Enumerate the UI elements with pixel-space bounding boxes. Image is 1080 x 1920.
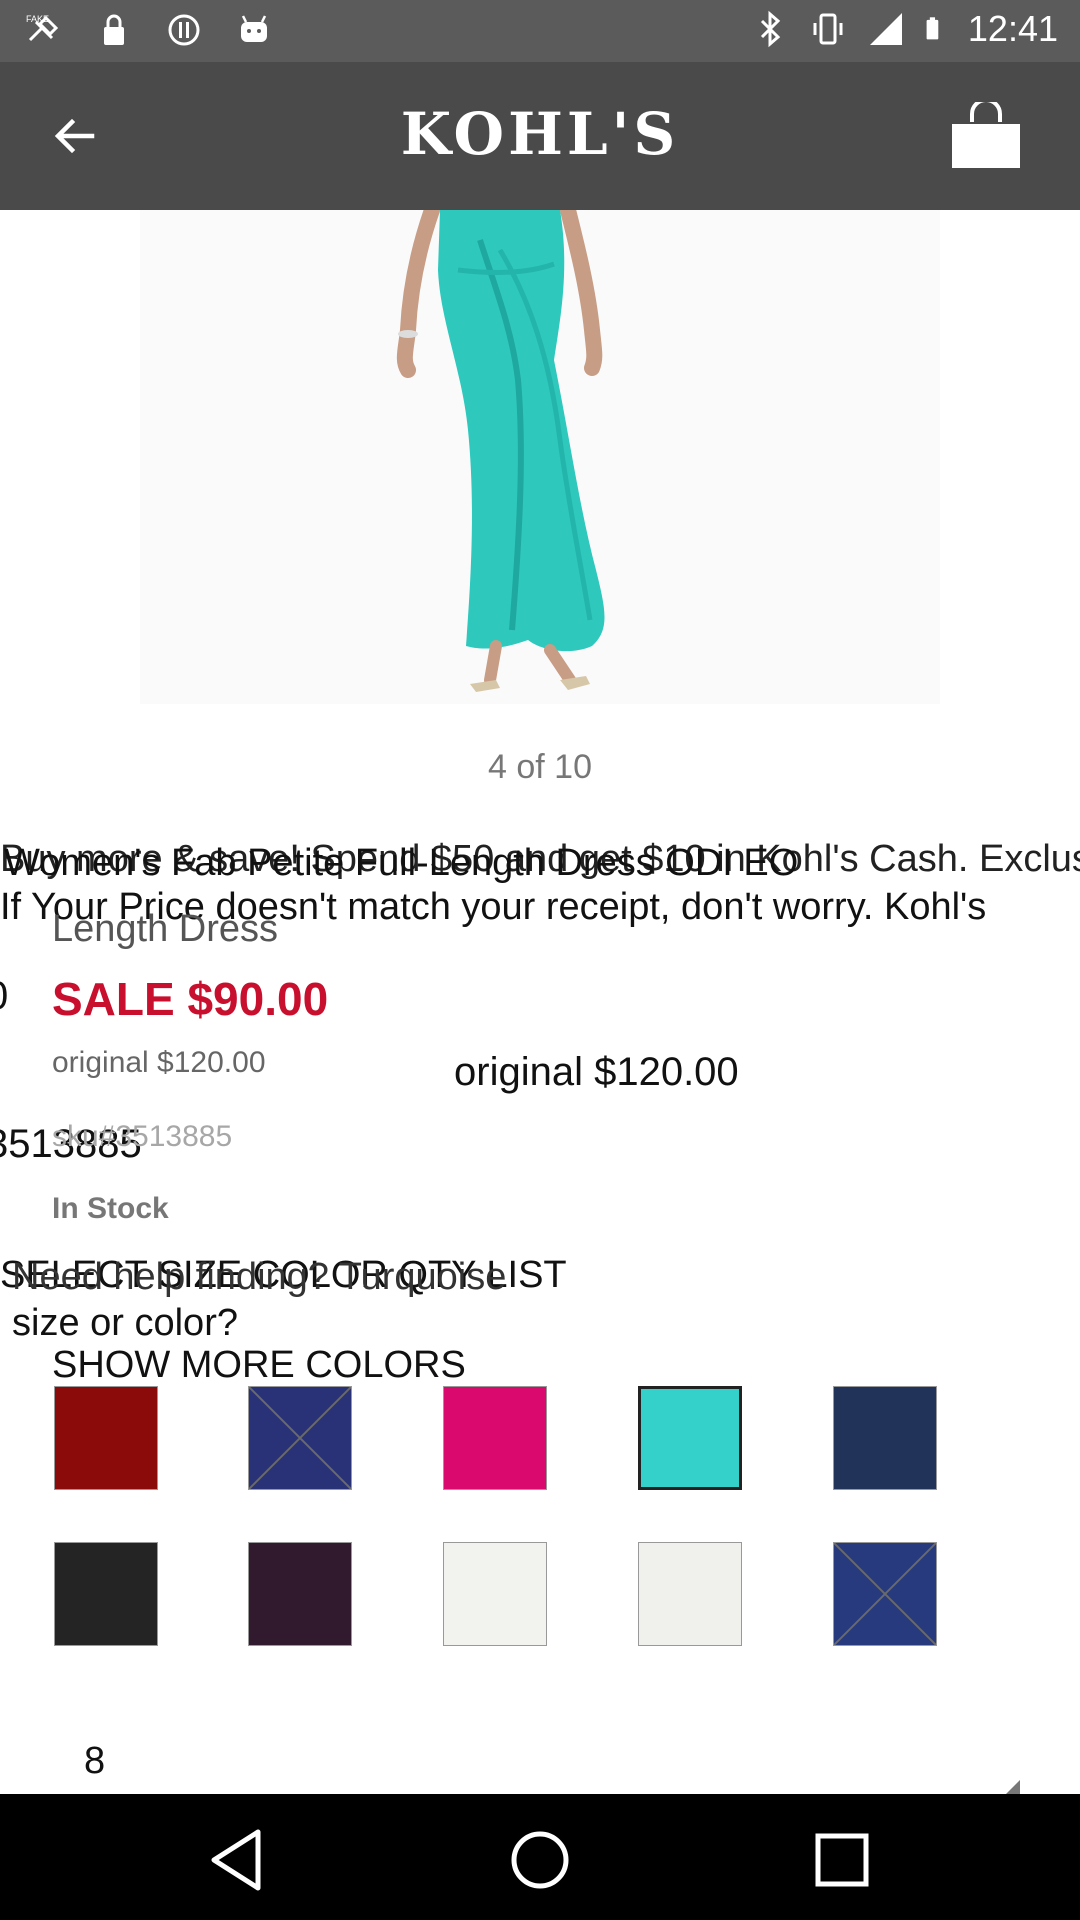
product-detail-screen: FAKE 12:41 KOHL'S 4 of 10 Buy more & sav… xyxy=(0,0,1080,1920)
lock-icon xyxy=(104,14,124,45)
arrow-left-icon xyxy=(54,118,95,154)
color-swatch[interactable] xyxy=(833,1386,937,1490)
color-swatch[interactable] xyxy=(443,1542,547,1646)
status-time: 12:41 xyxy=(967,8,1058,49)
shopping-bag-button[interactable] xyxy=(946,98,1026,170)
image-counter: 4 of 10 xyxy=(488,748,592,786)
app-bar: KOHL'S xyxy=(0,62,1080,210)
stray-text: 0 xyxy=(0,974,8,1019)
system-nav-bar xyxy=(0,1794,1080,1920)
vibrate-icon xyxy=(813,13,843,45)
color-swatch[interactable] xyxy=(638,1542,742,1646)
sale-price: SALE $90.00 xyxy=(52,973,329,1025)
android-debug-icon xyxy=(241,15,267,42)
product-image[interactable] xyxy=(140,210,940,704)
color-swatch[interactable] xyxy=(443,1386,547,1490)
color-swatch[interactable] xyxy=(248,1386,352,1490)
color-swatch[interactable] xyxy=(54,1386,158,1490)
size-help-text[interactable]: size or color? xyxy=(12,1302,238,1345)
color-swatch[interactable] xyxy=(638,1386,742,1490)
sku-number: sku#3513885 xyxy=(52,1120,233,1153)
status-bar: FAKE 12:41 xyxy=(0,0,1080,62)
dress-model-image xyxy=(140,210,940,704)
svg-text:FAKE: FAKE xyxy=(26,14,49,24)
color-swatch[interactable] xyxy=(248,1542,352,1646)
show-more-colors-link[interactable]: SHOW MORE COLORS xyxy=(52,1344,466,1387)
fake-gps-icon: FAKE xyxy=(26,14,59,42)
bluetooth-icon xyxy=(760,10,781,48)
stock-status: In Stock xyxy=(52,1192,169,1225)
square-recents-icon[interactable] xyxy=(802,1820,882,1900)
color-swatch[interactable] xyxy=(54,1542,158,1646)
original-price: original $120.00 xyxy=(52,1046,266,1079)
product-title: Women's Fab Petite Full-Length Dress ODI… xyxy=(4,842,799,884)
selected-color-text: Need help finding? Turquoise xyxy=(12,1256,507,1298)
product-title-continuation: Length Dress xyxy=(52,908,279,950)
quantity-value[interactable]: 8 xyxy=(84,1740,105,1783)
signal-icon xyxy=(869,13,902,45)
data-saver-icon xyxy=(168,14,200,46)
color-swatch[interactable] xyxy=(833,1542,937,1646)
dropdown-caret-icon[interactable] xyxy=(1000,1780,1020,1794)
unavailable-x-icon xyxy=(834,1543,936,1645)
shopping-bag-icon xyxy=(952,98,1020,168)
back-button[interactable] xyxy=(44,106,104,166)
original-price-overlay: original $120.00 xyxy=(454,1050,739,1094)
kohls-logo[interactable]: KOHL'S xyxy=(380,104,700,164)
circle-home-icon[interactable] xyxy=(500,1820,580,1900)
triangle-back-icon[interactable] xyxy=(198,1820,278,1900)
unavailable-x-icon xyxy=(249,1387,351,1489)
battery-icon xyxy=(926,17,939,40)
